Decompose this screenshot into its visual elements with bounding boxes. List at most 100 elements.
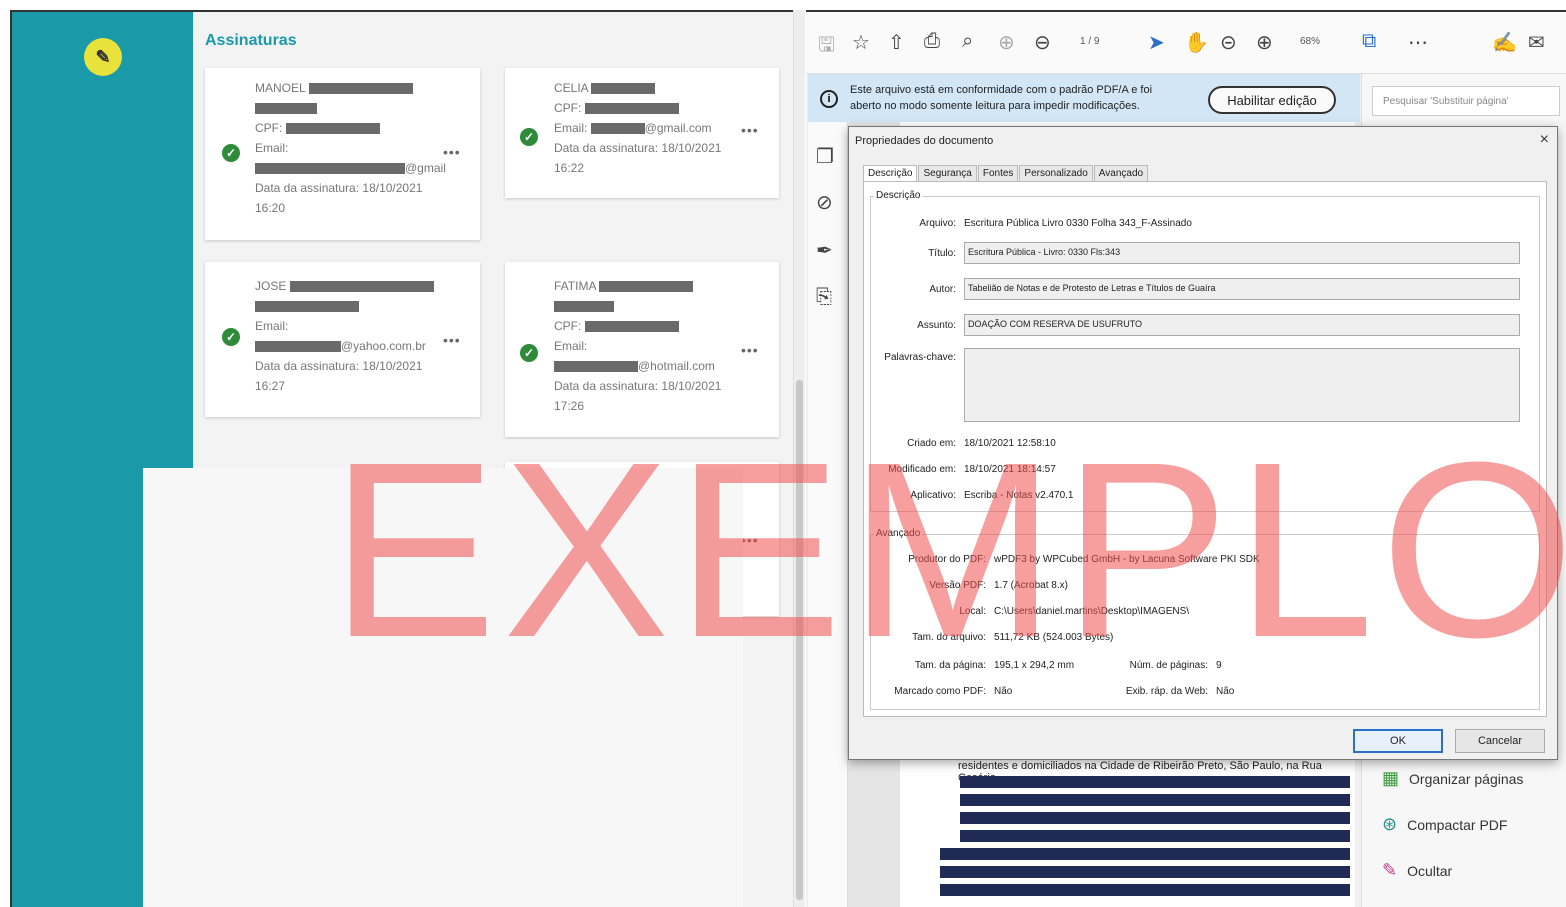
upload-icon[interactable]: ⇧ bbox=[888, 30, 905, 55]
modified-value: 18/10/2021 18:14:57 bbox=[964, 464, 1056, 475]
compress-pdf-icon: ⊛ bbox=[1382, 814, 1398, 834]
check-icon: ✓ bbox=[520, 344, 538, 362]
title-field[interactable]: Escritura Pública - Livro: 0330 Fls:343 bbox=[964, 242, 1520, 264]
field-label: Aplicativo: bbox=[910, 490, 956, 501]
author-field[interactable]: Tabelião de Notas e de Protesto de Letra… bbox=[964, 278, 1520, 300]
organize-pages-tool[interactable]: ▦ Organizar páginas bbox=[1382, 768, 1523, 789]
zoom-out-icon[interactable]: ⊝ bbox=[1220, 30, 1237, 55]
dialog-title: Propriedades do documento bbox=[855, 135, 994, 147]
email-label: Email: bbox=[554, 339, 588, 353]
redact-tool[interactable]: ✎ Ocultar bbox=[1382, 860, 1452, 881]
tab-advanced[interactable]: Avançado bbox=[1093, 165, 1149, 181]
zoom-level[interactable]: 68% bbox=[1300, 36, 1320, 47]
field-label: Versão PDF: bbox=[929, 580, 986, 591]
subject-field[interactable]: DOAÇÃO COM RESERVA DE USUFRUTO bbox=[964, 314, 1520, 336]
pages-icon[interactable]: ❐ bbox=[816, 144, 834, 169]
pointer-icon[interactable]: ➤ bbox=[1148, 30, 1165, 55]
hand-icon[interactable]: ✋ bbox=[1184, 30, 1209, 55]
field-label: Título: bbox=[928, 248, 956, 259]
signer-name: CELIA bbox=[554, 81, 589, 95]
email-label: Email: bbox=[255, 141, 289, 155]
group-label: Descrição bbox=[874, 190, 923, 201]
signer-name: MANOEL bbox=[255, 81, 306, 95]
page-indicator[interactable]: 1 / 9 bbox=[1080, 36, 1099, 47]
group-label: Avançado bbox=[874, 528, 923, 539]
ok-button[interactable]: OK bbox=[1353, 729, 1443, 753]
email-suffix: @gmail bbox=[405, 161, 446, 175]
cancel-button[interactable]: Cancelar bbox=[1455, 729, 1545, 753]
redacted-bar bbox=[255, 341, 341, 353]
signature-card: ✓ FATIMA CPF: Email: @hotmail.com Data d… bbox=[505, 262, 779, 437]
star-icon[interactable]: ☆ bbox=[852, 30, 870, 55]
compress-pdf-tool[interactable]: ⊛ Compactar PDF bbox=[1382, 814, 1507, 835]
redacted-line bbox=[960, 812, 1350, 824]
more-options-icon[interactable]: ••• bbox=[443, 144, 461, 160]
signature-time: 16:20 bbox=[255, 201, 286, 215]
more-options-icon[interactable]: ••• bbox=[741, 342, 759, 358]
redacted-bar bbox=[584, 103, 679, 115]
signature-time: 17:26 bbox=[554, 399, 585, 413]
redacted-line bbox=[960, 794, 1350, 806]
scrollbar-thumb[interactable] bbox=[796, 380, 803, 900]
signature-date: Data da assinatura: 18/10/2021 bbox=[255, 359, 423, 373]
signature-date: Data da assinatura: 18/10/2021 bbox=[255, 181, 423, 195]
page-up-icon[interactable]: ⊕ bbox=[998, 30, 1015, 55]
redacted-line bbox=[940, 866, 1350, 878]
check-icon: ✓ bbox=[222, 328, 240, 346]
attachment-icon[interactable]: ⊘ bbox=[816, 190, 833, 215]
signature-card: ✓ CELIA CPF: Email: @gmail.com Data da a… bbox=[505, 68, 779, 198]
redacted-line bbox=[940, 884, 1350, 896]
keywords-field[interactable] bbox=[964, 348, 1520, 422]
left-tool-rail: ❐ ⊘ ✒ ⎘ bbox=[808, 122, 848, 907]
redacted-bar bbox=[285, 123, 380, 135]
cpf-label: CPF: bbox=[554, 101, 582, 115]
signer-name: FATIMA bbox=[554, 279, 596, 293]
more-options-icon[interactable]: ••• bbox=[443, 332, 461, 348]
signature-pen-icon[interactable]: ✒ bbox=[816, 238, 833, 263]
tool-search-input[interactable]: Pesquisar 'Substituir página' bbox=[1372, 86, 1560, 116]
email-label: Email: bbox=[554, 121, 588, 135]
zoom-in-icon[interactable]: ⊕ bbox=[1256, 30, 1273, 55]
application-value: Escriba - Notas v2.470.1 bbox=[964, 490, 1074, 501]
info-text: Este arquivo está em conformidade com o … bbox=[850, 84, 1153, 112]
redacted-bar bbox=[554, 301, 614, 313]
field-label: Arquivo: bbox=[919, 218, 956, 229]
page-count-value: 9 bbox=[1216, 660, 1222, 671]
tab-security[interactable]: Segurança bbox=[918, 165, 977, 181]
more-options-icon[interactable]: ••• bbox=[741, 532, 759, 548]
page-down-icon[interactable]: ⊖ bbox=[1034, 30, 1051, 55]
vertical-scrollbar[interactable] bbox=[793, 10, 805, 907]
print-icon[interactable]: ⎙ bbox=[924, 30, 940, 53]
location-value: C:\Users\daniel.martins\Desktop\IMAGENS\ bbox=[994, 606, 1190, 617]
app-logo-icon[interactable]: ✎ bbox=[84, 38, 122, 76]
signature-date: Data da assinatura: 18/10/2021 bbox=[554, 141, 722, 155]
redacted-bar bbox=[584, 321, 679, 333]
dialog-tabs: Descrição Segurança Fontes Personalizado… bbox=[863, 165, 1149, 181]
save-icon[interactable]: 🖫 bbox=[818, 30, 835, 64]
more-tools-icon[interactable]: ⋯ bbox=[1408, 30, 1428, 55]
tab-fonts[interactable]: Fontes bbox=[977, 165, 1019, 181]
tool-label: Ocultar bbox=[1407, 862, 1453, 879]
redacted-bar bbox=[590, 123, 645, 135]
email-suffix: @hotmail.com bbox=[638, 359, 715, 373]
sign-icon[interactable]: ✍ bbox=[1492, 30, 1517, 55]
document-properties-dialog: Propriedades do documento × Descrição Se… bbox=[848, 126, 1558, 760]
field-label: Exib. ráp. da Web: bbox=[1125, 686, 1208, 697]
fit-page-icon[interactable]: ⧉ bbox=[1362, 30, 1376, 53]
mail-icon[interactable]: ✉ bbox=[1528, 30, 1545, 55]
tab-description[interactable]: Descrição bbox=[863, 165, 918, 181]
email-label: Email: bbox=[255, 319, 289, 333]
zoom-search-icon[interactable]: ⌕ bbox=[962, 30, 973, 53]
field-label: Assunto: bbox=[917, 320, 956, 331]
lock-document-icon[interactable]: ⎘ bbox=[816, 286, 832, 309]
email-suffix: @yahoo.com.br bbox=[341, 339, 426, 353]
field-label: Tam. do arquivo: bbox=[912, 632, 986, 643]
section-title: Assinaturas bbox=[205, 32, 297, 49]
tool-label: Compactar PDF bbox=[1407, 816, 1508, 833]
redacted-bar bbox=[255, 163, 405, 175]
tab-custom[interactable]: Personalizado bbox=[1019, 165, 1093, 181]
signature-time: 16:22 bbox=[554, 161, 585, 175]
more-options-icon[interactable]: ••• bbox=[741, 122, 759, 138]
enable-edit-button[interactable]: Habilitar edição bbox=[1208, 86, 1336, 114]
close-icon[interactable]: × bbox=[1540, 131, 1549, 149]
